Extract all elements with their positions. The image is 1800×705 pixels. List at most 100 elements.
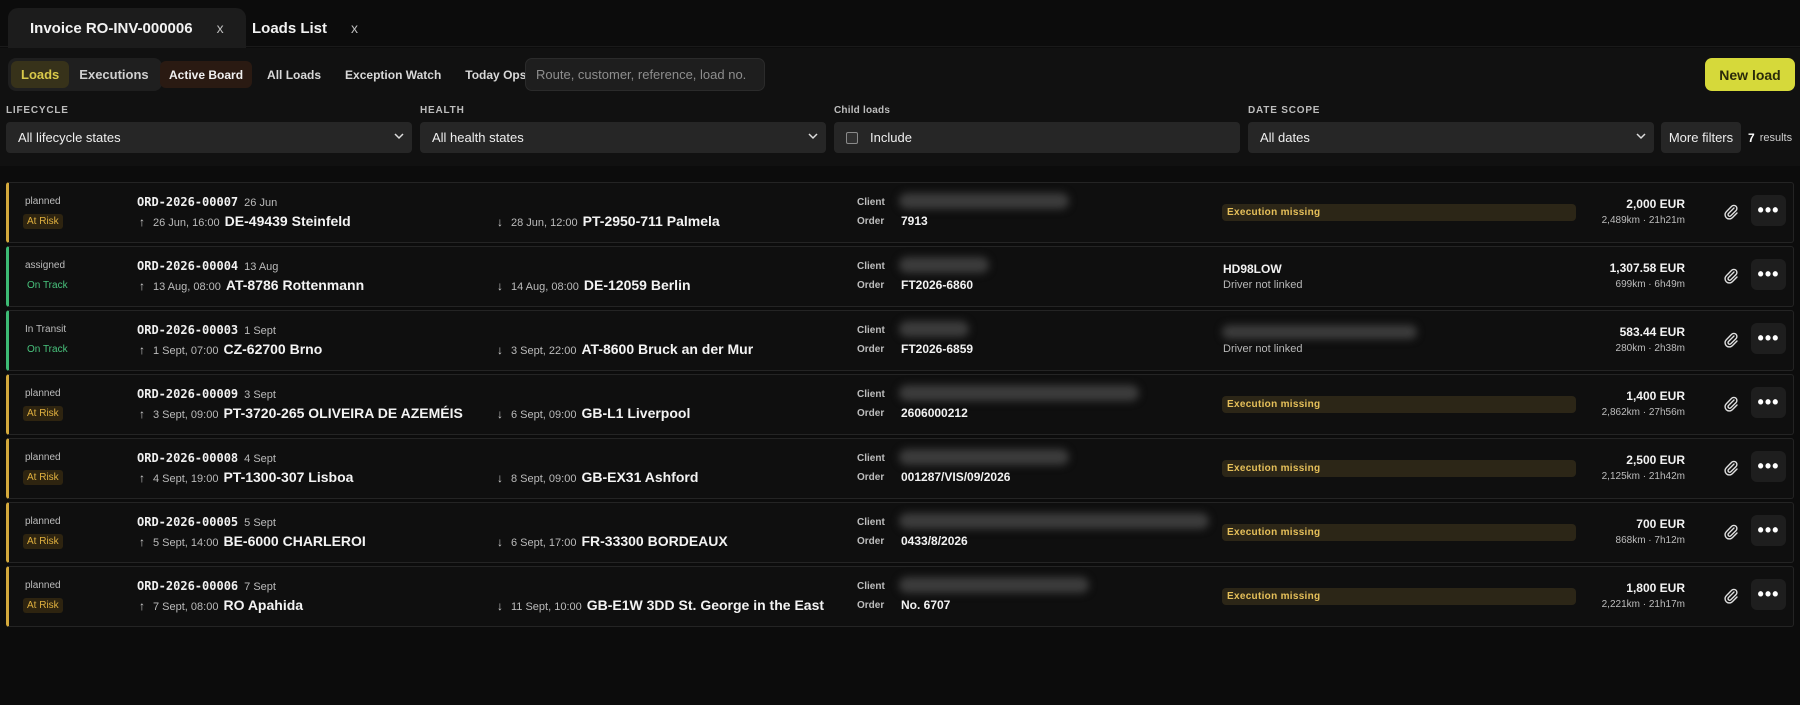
search-input[interactable]: Route, customer, reference, load no. — [525, 58, 765, 91]
health-select[interactable]: All health states — [420, 122, 826, 153]
order-label: Order — [857, 600, 885, 611]
load-row[interactable]: planned At Risk ORD-2026-00009 3 Sept ↑ 3… — [6, 374, 1794, 435]
order-id[interactable]: ORD-2026-00005 5 Sept — [137, 515, 276, 529]
client-label: Client — [857, 581, 885, 592]
lifecycle-state: planned — [25, 516, 61, 527]
lifecycle-state: assigned — [25, 260, 66, 271]
order-number: ORD-2026-00004 — [137, 259, 239, 273]
delivery-place: GB-L1 Liverpool — [581, 405, 691, 421]
delivery-time: 8 Sept, 09:00 — [511, 473, 577, 485]
status-badge: Execution missing — [1222, 460, 1576, 477]
distance-duration: 280km · 2h38m — [1615, 343, 1685, 354]
more-actions-button[interactable]: ••• — [1751, 323, 1786, 354]
paperclip-icon[interactable] — [1722, 587, 1740, 605]
lifecycle-select[interactable]: All lifecycle states — [6, 122, 412, 153]
paperclip-icon[interactable] — [1722, 523, 1740, 541]
tab-label: Loads List — [252, 19, 328, 37]
order-id[interactable]: ORD-2026-00009 3 Sept — [137, 387, 276, 401]
order-date: 4 Sept — [244, 453, 276, 465]
arrow-up-icon: ↑ — [139, 599, 145, 613]
more-filters-button[interactable]: More filters — [1661, 122, 1741, 153]
view-all-loads[interactable]: All Loads — [258, 61, 330, 88]
paperclip-icon[interactable] — [1722, 395, 1740, 413]
health-badge: At Risk — [23, 598, 63, 613]
view-today-ops[interactable]: Today Ops — [456, 61, 535, 88]
delivery-time: 3 Sept, 22:00 — [511, 345, 577, 357]
order-id[interactable]: ORD-2026-00007 26 Jun — [137, 195, 277, 209]
paperclip-icon[interactable] — [1722, 331, 1740, 349]
order-number: ORD-2026-00008 — [137, 451, 239, 465]
order-reference: FT2026-6859 — [901, 342, 974, 356]
load-row[interactable]: planned At Risk ORD-2026-00008 4 Sept ↑ 4… — [6, 438, 1794, 499]
segment-executions[interactable]: Executions — [69, 61, 158, 88]
pickup-place: DE-49439 Steinfeld — [224, 213, 351, 229]
distance-duration: 868km · 7h12m — [1615, 535, 1685, 546]
order-reference: 0433/8/2026 — [901, 534, 968, 548]
tab-loads-list[interactable]: Loads List x — [230, 8, 380, 48]
lifecycle-state: planned — [25, 452, 61, 463]
arrow-up-icon: ↑ — [139, 279, 145, 293]
tab-invoice[interactable]: Invoice RO-INV-000006 x — [8, 8, 246, 48]
more-actions-button[interactable]: ••• — [1751, 259, 1786, 290]
close-icon[interactable]: x — [351, 20, 358, 36]
close-icon[interactable]: x — [217, 20, 224, 36]
pickup-time: 1 Sept, 07:00 — [153, 345, 219, 357]
order-id[interactable]: ORD-2026-00008 4 Sept — [137, 451, 276, 465]
pickup-leg: ↑ 1 Sept, 07:00 CZ-62700 Brno — [139, 341, 322, 357]
order-id[interactable]: ORD-2026-00004 13 Aug — [137, 259, 278, 273]
health-badge: At Risk — [23, 214, 63, 229]
load-row[interactable]: planned At Risk ORD-2026-00005 5 Sept ↑ 5… — [6, 502, 1794, 563]
paperclip-icon[interactable] — [1722, 267, 1740, 285]
delivery-leg: ↓ 8 Sept, 09:00 GB-EX31 Ashford — [497, 469, 698, 485]
arrow-up-icon: ↑ — [139, 471, 145, 485]
distance-duration: 2,489km · 21h21m — [1601, 215, 1685, 226]
more-actions-button[interactable]: ••• — [1751, 579, 1786, 610]
tab-label: Invoice RO-INV-000006 — [30, 19, 193, 37]
mode-toggle: Loads Executions — [8, 58, 162, 91]
order-id[interactable]: ORD-2026-00003 1 Sept — [137, 323, 276, 337]
delivery-time: 28 Jun, 12:00 — [511, 217, 578, 229]
view-exception-watch[interactable]: Exception Watch — [336, 61, 450, 88]
more-actions-button[interactable]: ••• — [1751, 451, 1786, 482]
more-actions-button[interactable]: ••• — [1751, 387, 1786, 418]
delivery-time: 6 Sept, 17:00 — [511, 537, 577, 549]
pickup-place: PT-3720-265 OLIVEIRA DE AZEMÉIS — [223, 405, 463, 421]
new-load-button[interactable]: New load — [1705, 58, 1795, 91]
child-loads-checkbox[interactable]: Include — [834, 122, 1240, 153]
pickup-time: 4 Sept, 19:00 — [153, 473, 219, 485]
arrow-up-icon: ↑ — [139, 535, 145, 549]
load-row[interactable]: assigned On Track ORD-2026-00004 13 Aug ↑… — [6, 246, 1794, 307]
health-label: HEALTH — [420, 105, 465, 116]
arrow-down-icon: ↓ — [497, 471, 503, 485]
paperclip-icon[interactable] — [1722, 203, 1740, 221]
arrow-down-icon: ↓ — [497, 535, 503, 549]
load-row[interactable]: planned At Risk ORD-2026-00006 7 Sept ↑ 7… — [6, 566, 1794, 627]
load-list: planned At Risk ORD-2026-00007 26 Jun ↑ 2… — [6, 182, 1794, 630]
view-active-board[interactable]: Active Board — [160, 61, 253, 88]
health-badge: On Track — [27, 280, 68, 291]
segment-loads[interactable]: Loads — [11, 61, 70, 88]
order-label: Order — [857, 472, 885, 483]
more-actions-button[interactable]: ••• — [1751, 515, 1786, 546]
load-row[interactable]: In Transit On Track ORD-2026-00003 1 Sept… — [6, 310, 1794, 371]
delivery-leg: ↓ 14 Aug, 08:00 DE-12059 Berlin — [497, 277, 691, 293]
price: 1,307.58 EUR — [1609, 261, 1685, 275]
checkbox-icon[interactable] — [846, 131, 858, 144]
date-scope-select[interactable]: All dates — [1248, 122, 1654, 153]
client-label: Client — [857, 197, 885, 208]
paperclip-icon[interactable] — [1722, 459, 1740, 477]
delivery-leg: ↓ 28 Jun, 12:00 PT-2950-711 Palmela — [497, 213, 720, 229]
status-badge: Execution missing — [1222, 204, 1576, 221]
load-row[interactable]: planned At Risk ORD-2026-00007 26 Jun ↑ 2… — [6, 182, 1794, 243]
lifecycle-state: planned — [25, 196, 61, 207]
order-number: ORD-2026-00006 — [137, 579, 239, 593]
order-number: ORD-2026-00005 — [137, 515, 239, 529]
order-id[interactable]: ORD-2026-00006 7 Sept — [137, 579, 276, 593]
more-actions-button[interactable]: ••• — [1751, 195, 1786, 226]
price: 2,000 EUR — [1626, 197, 1685, 211]
health-badge: At Risk — [23, 470, 63, 485]
price: 583.44 EUR — [1619, 325, 1685, 339]
pickup-place: AT-8786 Rottenmann — [225, 277, 365, 293]
order-number: ORD-2026-00007 — [137, 195, 239, 209]
order-date: 26 Jun — [244, 197, 278, 209]
